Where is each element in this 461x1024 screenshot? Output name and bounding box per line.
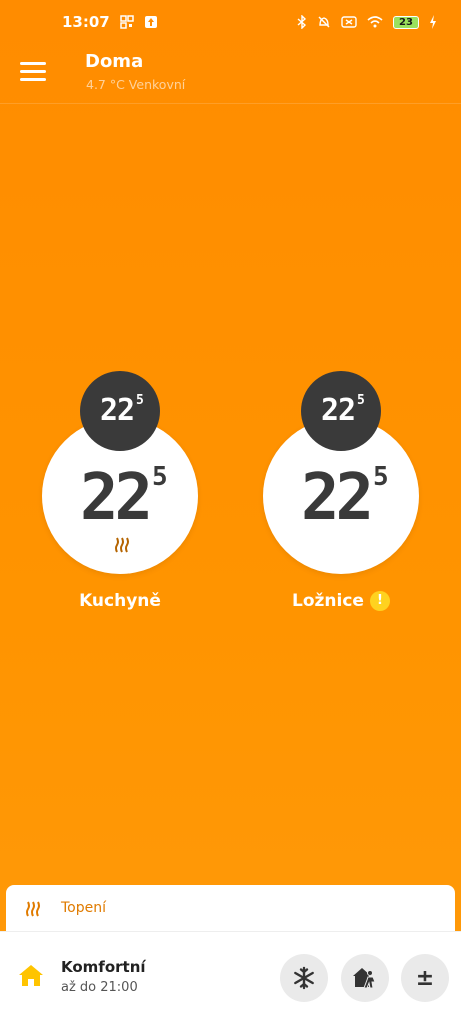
room-name[interactable]: Ložnice! xyxy=(256,591,426,611)
current-temperature: 22 xyxy=(301,461,374,535)
target-temperature: 22 xyxy=(321,393,356,428)
snowflake-icon xyxy=(294,966,314,990)
menu-icon[interactable] xyxy=(20,62,46,84)
target-temperature-decimal: 5 xyxy=(357,393,365,408)
current-temperature-decimal: 5 xyxy=(152,462,168,492)
heat-icon xyxy=(115,537,129,553)
charging-icon xyxy=(429,15,437,29)
away-mode-button[interactable] xyxy=(341,954,389,1002)
no-sim-icon xyxy=(341,16,357,28)
outdoor-temperature: 4.7 °C Venkovní xyxy=(86,77,186,92)
away-icon xyxy=(353,968,376,989)
battery-indicator: 23 xyxy=(393,15,419,29)
heating-mode-strip[interactable]: Topení xyxy=(6,885,455,931)
bottom-bar: Komfortní až do 21:00 ± xyxy=(0,931,461,1024)
status-time: 13:07 xyxy=(62,13,110,31)
mode-label[interactable]: Komfortní xyxy=(61,958,146,976)
room-name-text: Ložnice xyxy=(292,591,364,611)
adjust-temperature-button[interactable]: ± xyxy=(401,954,449,1002)
warning-icon[interactable]: ! xyxy=(369,591,390,611)
bluetooth-icon xyxy=(297,15,307,29)
app-header: Doma 4.7 °C Venkovní xyxy=(0,44,461,104)
status-bar: 13:07 23 xyxy=(0,0,461,44)
mode-until: až do 21:00 xyxy=(61,980,138,995)
current-temperature: 22 xyxy=(80,461,153,535)
target-temperature-badge[interactable]: 22 5 xyxy=(80,371,160,451)
room-name[interactable]: Kuchyně xyxy=(35,591,205,611)
qr-icon xyxy=(120,15,134,29)
room-name-text: Kuchyně xyxy=(79,591,161,611)
current-temperature-decimal: 5 xyxy=(373,462,389,492)
target-temperature: 22 xyxy=(100,393,135,428)
room-kuchyne[interactable]: 22 5 22 5 Kuchyně xyxy=(35,368,205,618)
room-loznice[interactable]: 22 5 22 5 Ložnice! xyxy=(256,368,426,618)
plus-minus-icon: ± xyxy=(415,965,435,991)
target-temperature-decimal: 5 xyxy=(136,393,144,408)
upload-icon xyxy=(144,15,158,29)
target-temperature-badge[interactable]: 22 5 xyxy=(301,371,381,451)
alarm-off-icon xyxy=(317,15,331,29)
frost-mode-button[interactable] xyxy=(280,954,328,1002)
heating-label: Topení xyxy=(61,900,107,916)
home-icon[interactable] xyxy=(18,963,44,987)
heat-icon xyxy=(26,901,40,917)
home-title[interactable]: Doma xyxy=(85,51,143,72)
wifi-icon xyxy=(367,16,383,28)
